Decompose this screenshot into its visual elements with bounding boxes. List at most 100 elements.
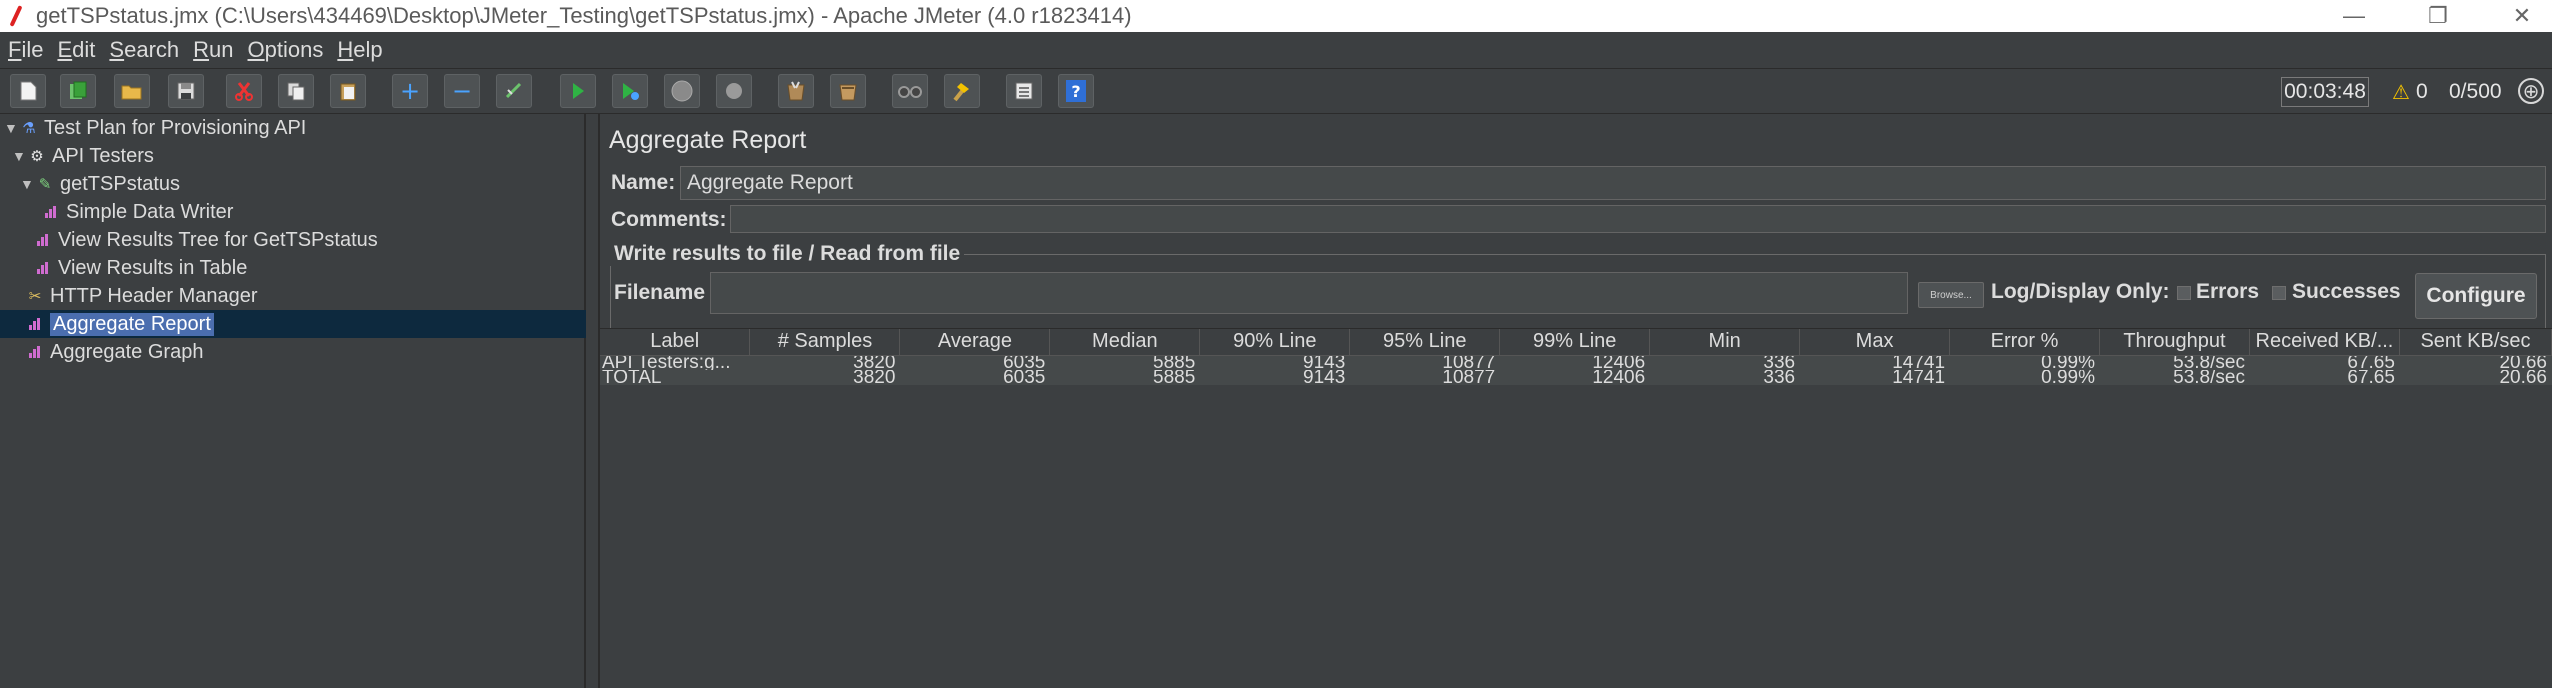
tree-item-test-plan[interactable]: ▼ ⚗ Test Plan for Provisioning API [4,114,306,142]
paste-button[interactable] [330,74,366,108]
collapse-toggle-icon[interactable]: ▼ [20,176,34,192]
write-results-group-title: Write results to file / Read from file [610,242,965,266]
column-header[interactable]: 90% Line [1199,329,1351,356]
maximize-button[interactable]: ❐ [2410,0,2466,32]
column-header[interactable]: Max [1799,329,1951,356]
successes-checkbox[interactable] [2272,286,2286,300]
save-button[interactable] [168,74,204,108]
table-row[interactable]: API Testers:g... 3820 6035 5885 9143 108… [600,355,2552,370]
column-header[interactable]: # Samples [749,329,901,356]
panel-title: Aggregate Report [609,126,807,154]
split-pane-divider[interactable] [586,114,600,688]
table-row[interactable]: TOTAL 3820 6035 5885 9143 10877 12406 33… [600,370,2552,385]
menu-edit[interactable]: Edit [51,37,101,63]
shutdown-button[interactable] [716,74,752,108]
tree-item-aggregate-graph[interactable]: Aggregate Graph [26,338,203,366]
tree-item-api-testers[interactable]: ▼ ⚙ API Testers [12,142,154,170]
open-button[interactable] [114,74,150,108]
column-header[interactable]: Throughput [2099,329,2250,356]
column-header[interactable]: Min [1649,329,1801,356]
clear-all-icon [839,84,857,101]
menu-bar: File Edit Search Run Options Help [0,32,2552,68]
table-cell: 5885 [1049,355,1201,370]
test-plan-icon: ⚗ [22,120,36,137]
save-icon [177,82,195,100]
warning-indicator[interactable]: ⚠ 0 [2392,77,2428,107]
toggle-button[interactable] [496,74,532,108]
function-helper-button[interactable] [1006,74,1042,108]
stop-button[interactable] [664,74,700,108]
column-header[interactable]: 99% Line [1499,329,1651,356]
table-header-row: Label # Samples Average Median 90% Line … [600,329,2552,356]
clear-all-button[interactable] [830,74,866,108]
filename-field[interactable] [710,272,1908,314]
tree-item-aggregate-report[interactable]: Aggregate Report [0,310,586,338]
config-icon: ✂ [28,288,42,305]
name-field[interactable]: Aggregate Report [680,166,2546,200]
log-display-only-label: Log/Display Only: [1991,280,2170,303]
collapse-toggle-icon[interactable]: ▼ [12,148,26,164]
elapsed-timer: 00:03:48 [2281,77,2369,107]
table-cell: 67.65 [2249,355,2400,370]
tree-item-view-results-tree[interactable]: View Results Tree for GetTSPstatus [34,226,378,254]
table-cell: API Testers:g... [600,355,751,370]
window-title-bar: getTSPstatus.jmx (C:\Users\434469\Deskto… [0,0,2552,32]
remote-status-icon[interactable]: ⊕ [2518,78,2544,104]
search-button[interactable] [892,74,928,108]
column-header[interactable]: Average [899,329,1051,356]
table-cell: 6035 [899,355,1051,370]
column-header[interactable]: Error % [1949,329,2100,356]
menu-options[interactable]: Options [242,37,330,63]
templates-button[interactable] [60,74,96,108]
table-cell: 3820 [749,355,901,370]
minimize-button[interactable]: — [2326,0,2382,32]
collapse-toggle-icon[interactable]: ▼ [4,120,18,136]
open-icon [121,85,142,100]
menu-run[interactable]: Run [187,37,239,63]
expand-all-button[interactable]: + [392,74,428,108]
listener-icon [26,343,44,361]
function-helper-icon [1015,82,1033,100]
menu-file[interactable]: File [2,37,49,63]
start-button[interactable] [560,74,596,108]
listener-icon [34,231,52,249]
listener-icon [42,203,60,221]
menu-help[interactable]: Help [331,37,388,63]
table-cell: 10877 [1349,370,1501,385]
copy-button[interactable] [278,74,314,108]
table-cell: 3820 [749,370,901,385]
tree-item-http-header-manager[interactable]: ✂ HTTP Header Manager [26,282,258,310]
cut-icon [235,82,253,101]
clear-icon [787,81,805,101]
warning-count: 0 [2415,80,2428,103]
aggregate-report-panel: Aggregate Report Name: Aggregate Report … [600,114,2552,688]
configure-button[interactable]: Configure [2415,273,2537,319]
comments-label: Comments: [611,208,727,231]
close-button[interactable]: ✕ [2494,0,2550,32]
comments-field[interactable] [730,205,2546,233]
column-header[interactable]: Sent KB/sec [2399,329,2552,356]
column-header[interactable]: 95% Line [1349,329,1501,356]
errors-checkbox[interactable] [2177,286,2191,300]
start-icon [573,83,584,99]
column-header[interactable]: Label [600,329,751,356]
table-cell: 14741 [1799,370,1951,385]
cut-button[interactable] [226,74,262,108]
tree-item-simple-data-writer[interactable]: Simple Data Writer [42,198,233,226]
tree-item-view-results-table[interactable]: View Results in Table [34,254,247,282]
name-label: Name: [611,171,676,194]
clear-button[interactable] [778,74,814,108]
menu-search[interactable]: Search [103,37,185,63]
start-no-pauses-button[interactable] [612,74,648,108]
column-header[interactable]: Received KB/... [2249,329,2400,356]
new-button[interactable] [10,74,46,108]
tree-item-gettspstatus[interactable]: ▼ ✎ getTSPstatus [20,170,180,198]
listener-icon [26,315,44,333]
column-header[interactable]: Median [1049,329,1201,356]
new-icon [20,81,37,101]
warning-icon: ⚠ [2392,81,2410,104]
browse-button[interactable]: Browse... [1918,282,1984,308]
help-button[interactable]: ? [1058,74,1094,108]
collapse-all-button[interactable]: − [444,74,480,108]
reset-search-button[interactable] [944,74,980,108]
